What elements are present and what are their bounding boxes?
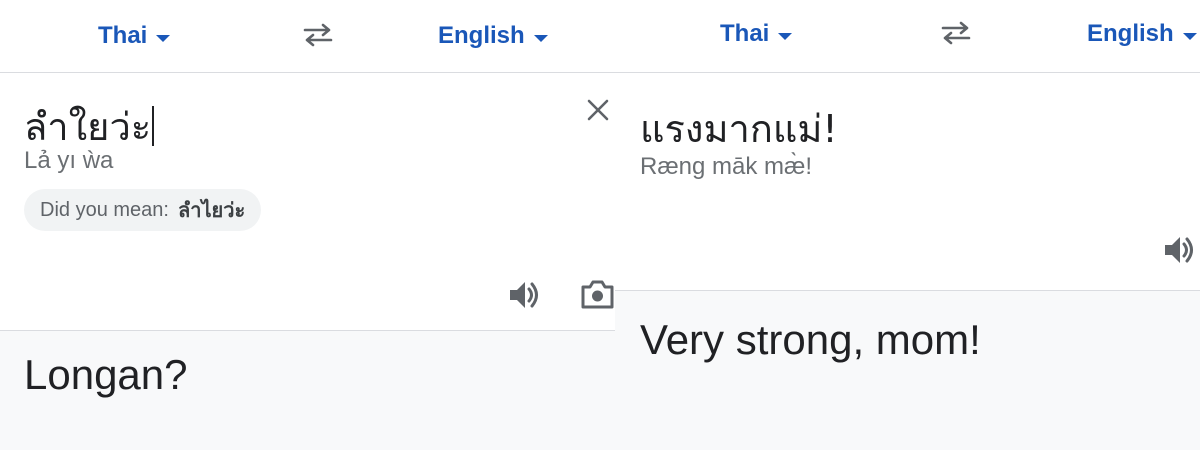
chevron-down-icon xyxy=(156,34,171,42)
speaker-icon[interactable] xyxy=(507,279,541,311)
source-text: แรงมากแม่! xyxy=(640,107,838,151)
chevron-down-icon xyxy=(1182,32,1197,40)
right-translate-screen: Thai English แรงมากแม่! Ræng māk mæ̀! Ve… xyxy=(615,0,1200,450)
source-transliteration: Ræng māk mæ̀! xyxy=(640,153,813,180)
did-you-mean-suggestion: ลำไยว่ะ xyxy=(177,200,246,222)
chevron-down-icon xyxy=(778,32,793,40)
text-cursor xyxy=(152,106,155,146)
did-you-mean-label: Did you mean: xyxy=(40,198,169,221)
translation-output-panel: Very strong, mom! xyxy=(615,290,1200,450)
speaker-icon[interactable] xyxy=(1162,234,1196,266)
translation-output-panel: Longan? xyxy=(0,330,615,450)
source-language-selector[interactable]: Thai xyxy=(720,20,793,48)
target-language-selector[interactable]: English xyxy=(1087,20,1197,48)
did-you-mean-chip[interactable]: Did you mean: ลำไยว่ะ xyxy=(24,189,262,231)
camera-icon[interactable] xyxy=(580,279,615,311)
source-transliteration: Lả yı ẁa xyxy=(24,147,114,174)
translation-text: Very strong, mom! xyxy=(640,316,981,363)
header-divider xyxy=(0,72,615,73)
translation-text: Longan? xyxy=(24,351,188,398)
target-language-label: English xyxy=(1087,20,1174,47)
swap-arrows-icon[interactable] xyxy=(940,20,972,46)
target-language-label: English xyxy=(438,22,525,49)
chevron-down-icon xyxy=(533,34,548,42)
source-input-text: ลำใยว่ะ xyxy=(24,105,152,149)
swap-arrows-icon[interactable] xyxy=(302,22,334,48)
left-translate-screen: Thai English ลำใยว่ะ Lả yı ẁa Did you me… xyxy=(0,0,615,450)
source-language-selector[interactable]: Thai xyxy=(98,22,171,50)
header-divider xyxy=(615,72,1200,73)
source-language-label: Thai xyxy=(720,20,770,47)
close-icon[interactable] xyxy=(586,98,610,122)
target-language-selector[interactable]: English xyxy=(438,22,548,50)
source-language-label: Thai xyxy=(98,22,148,49)
